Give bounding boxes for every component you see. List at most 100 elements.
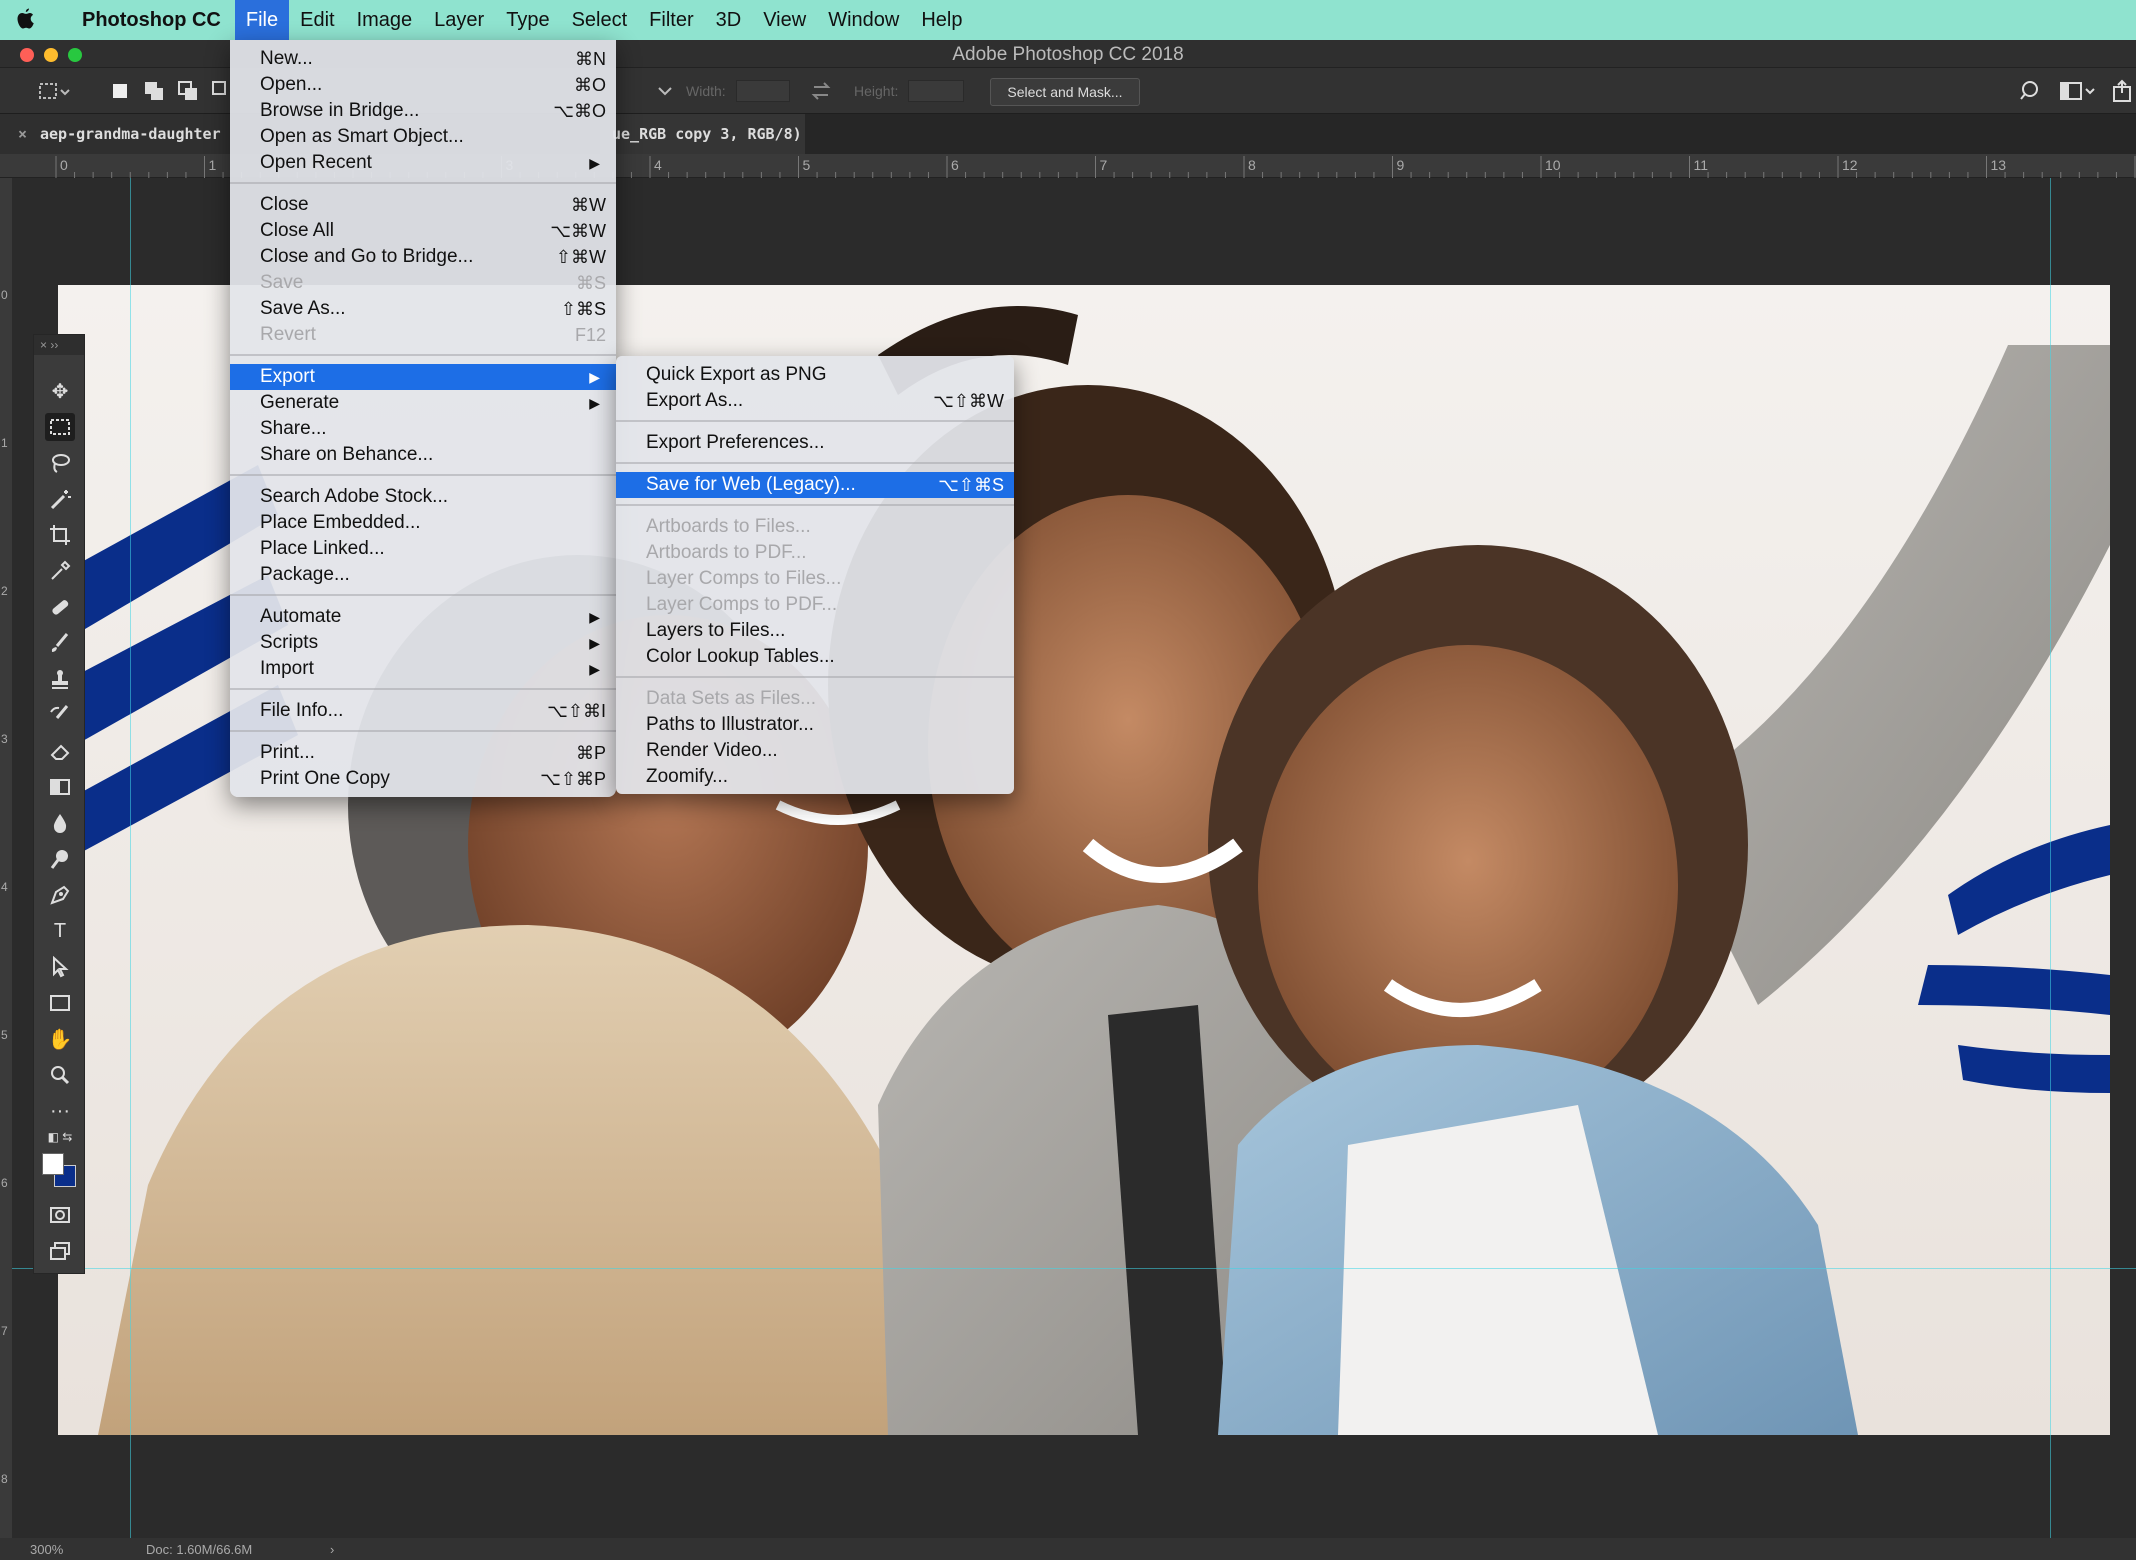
path-selection-tool-icon[interactable] [45,953,75,981]
swap-dimensions-icon[interactable] [808,78,834,104]
menu-3d[interactable]: 3D [705,0,753,40]
crop-tool-icon[interactable] [45,521,75,549]
new-selection-icon[interactable] [108,78,134,104]
width-field[interactable] [736,80,790,102]
menu-separator [616,462,1014,464]
quick-mask-icon[interactable] [45,1201,75,1229]
more-tools-icon[interactable]: ··· [45,1097,75,1125]
export-menu-item-export-preferences[interactable]: Export Preferences... [616,430,1014,456]
close-tab-icon[interactable]: × [18,114,27,154]
search-icon[interactable] [2018,78,2044,104]
file-menu-item-shortcut: ⌘O [573,75,606,95]
menu-separator [230,688,616,690]
export-menu-item-zoomify[interactable]: Zoomify... [616,764,1014,790]
type-tool-icon[interactable]: T [45,917,75,945]
file-menu-item-save-as[interactable]: Save As... ⇧⌘S [230,296,616,322]
clone-stamp-tool-icon[interactable] [45,665,75,693]
file-menu-item-close[interactable]: Close ⌘W [230,192,616,218]
add-to-selection-icon[interactable] [142,78,168,104]
style-dropdown-icon[interactable] [652,78,678,104]
hand-tool-icon[interactable]: ✋ [45,1025,75,1053]
file-menu-item-file-info[interactable]: File Info... ⌥⇧⌘I [230,698,616,724]
zoom-tool-icon[interactable] [45,1061,75,1089]
export-menu-item-paths-to-illustrator[interactable]: Paths to Illustrator... [616,712,1014,738]
subtract-from-selection-icon[interactable] [176,78,202,104]
file-menu-item-place-linked[interactable]: Place Linked... [230,536,616,562]
file-menu-item-place-embedded[interactable]: Place Embedded... [230,510,616,536]
menu-edit[interactable]: Edit [289,0,345,40]
file-menu-item-share-on-behance[interactable]: Share on Behance... [230,442,616,468]
guide-vertical[interactable] [2050,178,2051,1538]
healing-brush-tool-icon[interactable] [45,593,75,621]
menu-separator [230,182,616,184]
move-tool-icon[interactable]: ✥ [45,377,75,405]
menu-window[interactable]: Window [817,0,910,40]
document-tab[interactable]: × aep-grandma-daughter [0,114,240,154]
share-icon[interactable] [2110,78,2136,104]
file-menu-item-open[interactable]: Open... ⌘O [230,72,616,98]
lasso-tool-icon[interactable] [45,449,75,477]
default-colors-icon[interactable]: ◧ ⇆ [45,1127,75,1147]
guide-vertical[interactable] [130,178,131,1538]
status-menu-arrow[interactable]: › [330,1542,334,1557]
gradient-tool-icon[interactable] [45,773,75,801]
dodge-tool-icon[interactable] [45,845,75,873]
file-menu-item-scripts[interactable]: Scripts ▶ [230,630,616,656]
export-menu-item-layer-comps-to-files: Layer Comps to Files... [616,566,1014,592]
eyedropper-tool-icon[interactable] [45,557,75,585]
foreground-color-swatch[interactable] [42,1153,64,1175]
select-and-mask-button[interactable]: Select and Mask... [990,78,1140,106]
height-field[interactable] [908,80,964,102]
marquee-preset-icon[interactable] [36,78,70,104]
rectangular-marquee-tool-icon[interactable] [45,413,75,441]
menu-select[interactable]: Select [561,0,639,40]
history-brush-tool-icon[interactable] [45,701,75,729]
export-menu-item-quick-export-as-png[interactable]: Quick Export as PNG [616,362,1014,388]
pen-tool-icon[interactable] [45,881,75,909]
file-menu-item-print-one-copy[interactable]: Print One Copy ⌥⇧⌘P [230,766,616,792]
tools-panel-header[interactable]: × ›› [34,335,84,355]
menu-file[interactable]: File [234,0,290,40]
document-tab-secondary[interactable]: ue_RGB copy 3, RGB/8) [600,114,805,154]
file-menu-item-generate[interactable]: Generate ▶ [230,390,616,416]
blur-tool-icon[interactable] [45,809,75,837]
file-menu-item-share[interactable]: Share... [230,416,616,442]
file-menu-item-new[interactable]: New... ⌘N [230,46,616,72]
file-menu-item-open-as-smart-object[interactable]: Open as Smart Object... [230,124,616,150]
brush-tool-icon[interactable] [45,629,75,657]
app-name-menu[interactable]: Photoshop CC [52,9,235,32]
menu-help[interactable]: Help [910,0,973,40]
menu-layer[interactable]: Layer [423,0,495,40]
export-menu-item-layers-to-files[interactable]: Layers to Files... [616,618,1014,644]
file-menu-item-browse-in-bridge[interactable]: Browse in Bridge... ⌥⌘O [230,98,616,124]
file-menu-item-close-and-go-to-bridge[interactable]: Close and Go to Bridge... ⇧⌘W [230,244,616,270]
file-menu-item-revert: Revert F12 [230,322,616,348]
rectangle-tool-icon[interactable] [45,989,75,1017]
export-menu-item-export-as[interactable]: Export As... ⌥⇧⌘W [616,388,1014,414]
file-menu-item-close-all[interactable]: Close All ⌥⌘W [230,218,616,244]
menu-type[interactable]: Type [495,0,560,40]
workspace-icon[interactable] [2058,78,2095,104]
apple-icon[interactable] [0,0,52,40]
vertical-ruler[interactable]: 0 1 2 3 4 5 6 7 8 [0,178,12,1560]
menu-filter[interactable]: Filter [638,0,704,40]
export-menu-item-color-lookup-tables[interactable]: Color Lookup Tables... [616,644,1014,670]
zoom-level[interactable]: 300% [30,1542,63,1557]
export-menu-item-render-video[interactable]: Render Video... [616,738,1014,764]
guide-horizontal[interactable] [12,1268,2136,1269]
file-menu-item-open-recent[interactable]: Open Recent ▶ [230,150,616,176]
file-menu-item-print[interactable]: Print... ⌘P [230,740,616,766]
file-menu-item-automate[interactable]: Automate ▶ [230,604,616,630]
file-menu-item-export[interactable]: Export ▶ [230,364,616,390]
file-menu-item-import[interactable]: Import ▶ [230,656,616,682]
file-menu-item-package[interactable]: Package... [230,562,616,588]
color-swatches[interactable] [42,1153,78,1189]
menu-view[interactable]: View [752,0,817,40]
menu-image[interactable]: Image [346,0,424,40]
magic-wand-tool-icon[interactable] [45,485,75,513]
export-menu-item-save-for-web-legacy[interactable]: Save for Web (Legacy)... ⌥⇧⌘S [616,472,1014,498]
ruler-label: 10 [1545,157,1561,173]
file-menu-item-search-adobe-stock[interactable]: Search Adobe Stock... [230,484,616,510]
eraser-tool-icon[interactable] [45,737,75,765]
screen-mode-icon[interactable] [45,1237,75,1265]
